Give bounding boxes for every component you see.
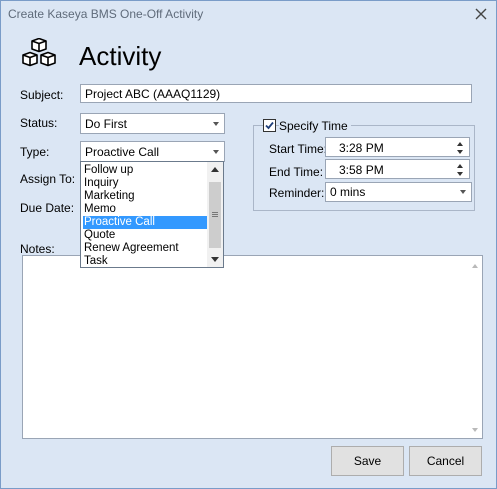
status-value: Do First (85, 117, 127, 131)
type-option[interactable]: Inquiry (83, 177, 209, 190)
save-button[interactable]: Save (331, 446, 404, 476)
grip-line (212, 216, 218, 217)
window-title: Create Kaseya BMS One-Off Activity (8, 7, 204, 21)
cancel-button[interactable]: Cancel (409, 446, 482, 476)
scroll-up-icon[interactable] (472, 264, 478, 268)
chevron-down-icon (213, 122, 219, 126)
scroll-down-icon[interactable] (211, 257, 219, 262)
start-time-spinner[interactable]: 3:28 PM (325, 137, 470, 157)
end-time-label: End Time: (269, 165, 324, 179)
status-dropdown[interactable]: Do First (80, 113, 225, 134)
notes-textarea[interactable] (22, 255, 483, 439)
dialog-window: Create Kaseya BMS One-Off Activity Activ… (0, 0, 497, 489)
close-icon[interactable] (472, 5, 490, 23)
end-time-value: 3:58 PM (339, 163, 384, 177)
type-option[interactable]: Follow up (83, 164, 209, 177)
list-scrollbar[interactable] (207, 162, 223, 267)
reminder-dropdown[interactable]: 0 mins (325, 182, 472, 202)
scroll-up-icon[interactable] (211, 167, 219, 172)
type-option[interactable]: Memo (83, 203, 209, 216)
type-option[interactable]: Quote (83, 229, 209, 242)
reminder-label: Reminder: (269, 186, 325, 200)
type-dropdown[interactable]: Proactive Call (80, 141, 225, 162)
due-date-label: Due Date: (20, 201, 75, 215)
specify-time-label: Specify Time (279, 119, 351, 133)
type-option[interactable]: Task (83, 255, 209, 268)
end-time-spinner[interactable]: 3:58 PM (325, 159, 470, 179)
spin-up-icon[interactable] (457, 142, 463, 146)
reminder-value: 0 mins (330, 185, 366, 199)
start-time-value: 3:28 PM (339, 141, 384, 155)
type-option[interactable]: Marketing (83, 190, 209, 203)
chevron-down-icon (213, 150, 219, 154)
scroll-down-icon[interactable] (472, 428, 478, 432)
chevron-down-icon (460, 190, 466, 194)
notes-label: Notes: (20, 242, 55, 256)
page-title: Activity (79, 41, 162, 71)
status-label: Status: (20, 116, 58, 130)
start-time-label: Start Time: (269, 142, 328, 156)
grip-line (212, 214, 218, 215)
spin-up-icon[interactable] (457, 164, 463, 168)
type-option[interactable]: Renew Agreement (83, 242, 209, 255)
title-bar[interactable]: Create Kaseya BMS One-Off Activity (1, 1, 496, 28)
type-dropdown-list[interactable]: Follow up Inquiry Marketing Memo Proacti… (80, 161, 224, 268)
subject-input[interactable]: Project ABC (AAAQ1129) (80, 84, 472, 103)
subject-label: Subject: (20, 88, 64, 102)
spin-down-icon[interactable] (457, 150, 463, 154)
scroll-thumb[interactable] (209, 182, 221, 248)
type-option-selected[interactable]: Proactive Call (83, 216, 209, 229)
grip-line (212, 212, 218, 213)
type-label: Type: (20, 145, 50, 159)
cubes-icon (19, 37, 59, 72)
spin-down-icon[interactable] (457, 172, 463, 176)
specify-time-checkbox[interactable] (263, 119, 276, 132)
type-value: Proactive Call (85, 145, 160, 159)
assign-to-label: Assign To: (20, 172, 76, 186)
